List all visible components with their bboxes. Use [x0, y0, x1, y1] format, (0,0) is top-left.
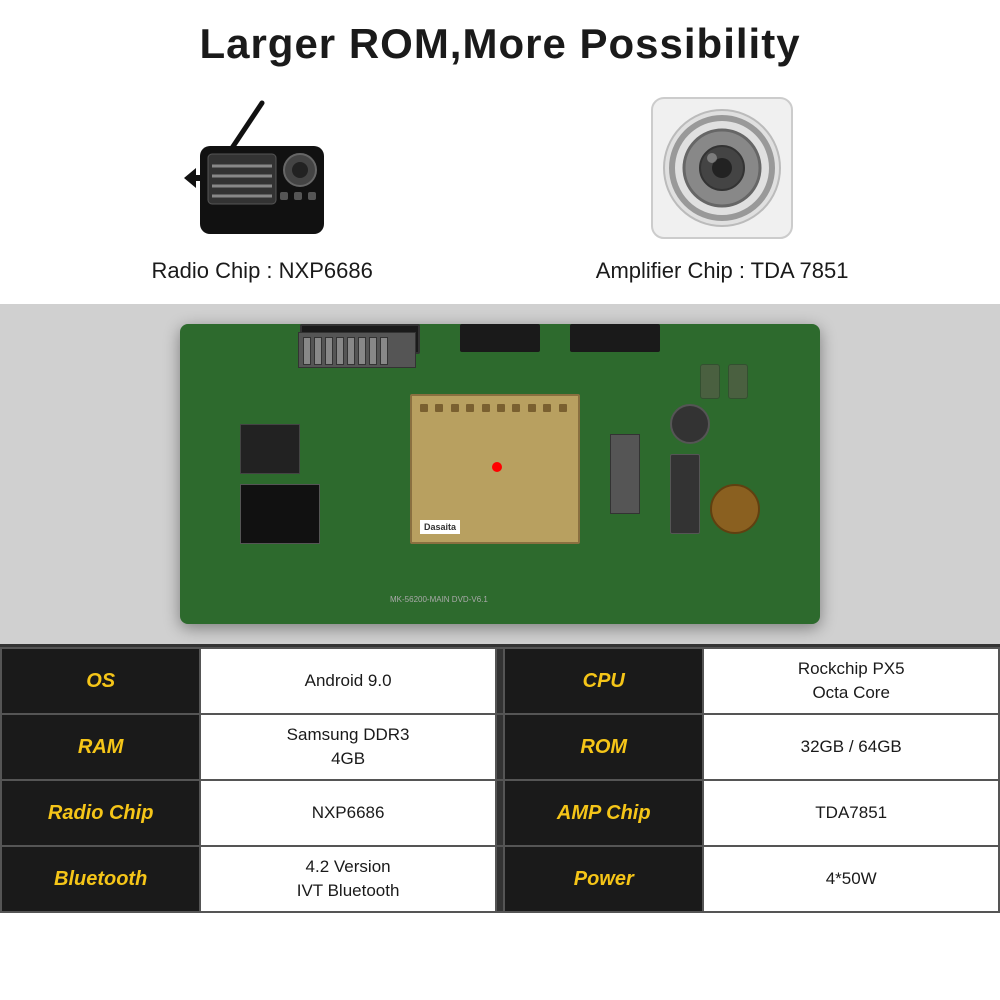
radio-icon-block: Radio Chip : NXP6686 — [151, 88, 372, 284]
spec-left-label-2: Radio Chip — [1, 780, 200, 846]
spec-row-2: Radio ChipNXP6686AMP ChipTDA7851 — [1, 780, 999, 846]
pcb-section: Dasaita MK-56200-MAIN DVD-V6.1 — [0, 304, 1000, 644]
spec-left-value-1: Samsung DDR34GB — [200, 714, 496, 780]
radio-label: Radio Chip : NXP6686 — [151, 258, 372, 284]
spec-right-value-1: 32GB / 64GB — [703, 714, 999, 780]
amplifier-label: Amplifier Chip : TDA 7851 — [596, 258, 849, 284]
spec-table-section: OSAndroid 9.0CPURockchip PX5Octa CoreRAM… — [0, 644, 1000, 913]
spec-right-value-2: TDA7851 — [703, 780, 999, 846]
spec-divider-1 — [496, 714, 504, 780]
spec-divider-3 — [496, 846, 504, 912]
spec-right-label-3: Power — [504, 846, 703, 912]
pcb-board: Dasaita MK-56200-MAIN DVD-V6.1 — [180, 324, 820, 624]
spec-right-label-1: ROM — [504, 714, 703, 780]
spec-left-label-1: RAM — [1, 714, 200, 780]
spec-left-value-2: NXP6686 — [200, 780, 496, 846]
spec-left-value-3: 4.2 VersionIVT Bluetooth — [200, 846, 496, 912]
top-section: Larger ROM,More Possibility — [0, 0, 1000, 304]
spec-row-1: RAMSamsung DDR34GBROM32GB / 64GB — [1, 714, 999, 780]
spec-right-value-0: Rockchip PX5Octa Core — [703, 648, 999, 714]
spec-left-value-0: Android 9.0 — [200, 648, 496, 714]
spec-right-value-3: 4*50W — [703, 846, 999, 912]
spec-row-3: Bluetooth4.2 VersionIVT BluetoothPower4*… — [1, 846, 999, 912]
page-title: Larger ROM,More Possibility — [40, 20, 960, 68]
spec-right-label-0: CPU — [504, 648, 703, 714]
icons-row: Radio Chip : NXP6686 Ampl — [40, 88, 960, 284]
spec-row-0: OSAndroid 9.0CPURockchip PX5Octa Core — [1, 648, 999, 714]
spec-right-label-2: AMP Chip — [504, 780, 703, 846]
spec-divider-0 — [496, 648, 504, 714]
spec-divider-2 — [496, 780, 504, 846]
amplifier-icon-block: Amplifier Chip : TDA 7851 — [596, 88, 849, 284]
spec-left-label-0: OS — [1, 648, 200, 714]
spec-table: OSAndroid 9.0CPURockchip PX5Octa CoreRAM… — [0, 647, 1000, 913]
speaker-icon — [642, 88, 802, 248]
spec-left-label-3: Bluetooth — [1, 846, 200, 912]
radio-icon — [182, 88, 342, 248]
